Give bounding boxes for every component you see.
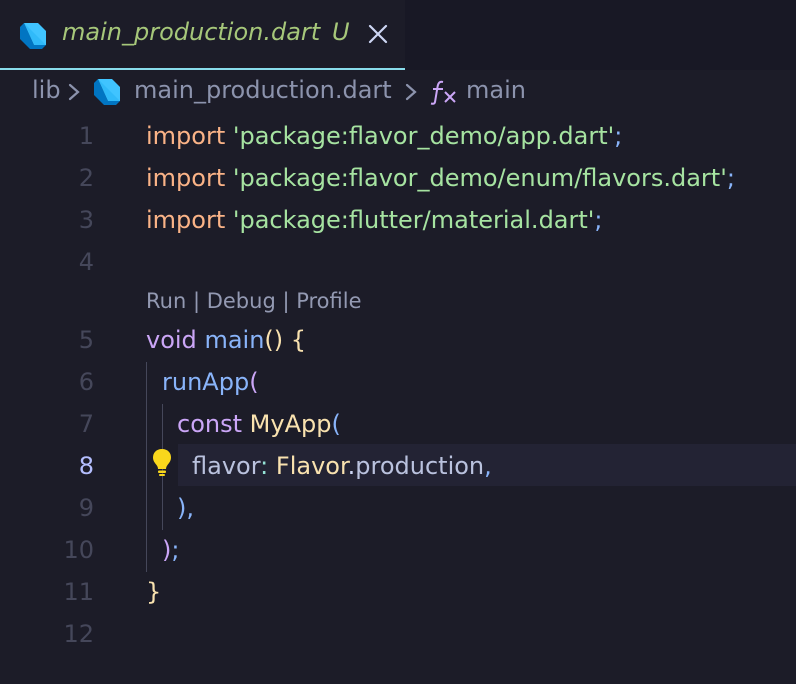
colon: : (260, 452, 269, 480)
line-number: 10 (63, 536, 94, 564)
code-line-9[interactable]: ), (177, 492, 194, 524)
close-paren: ) (177, 494, 187, 522)
named-argument: flavor (192, 452, 261, 480)
keyword: import (146, 164, 226, 192)
line-number: 5 (78, 326, 94, 354)
string-literal: 'package:flavor_demo/app.dart' (232, 122, 615, 150)
string-literal: 'package:flavor_demo/enum/flavors.dart' (232, 164, 727, 192)
class-name: MyApp (249, 410, 332, 438)
semicolon: ; (594, 206, 603, 234)
code-line-5[interactable]: void main() { (146, 324, 306, 356)
function-name: main (204, 326, 265, 354)
line-number: 3 (78, 206, 94, 234)
function-call: runApp (162, 368, 250, 396)
codelens-debug[interactable]: Debug (207, 289, 276, 313)
codelens-profile[interactable]: Profile (296, 289, 361, 313)
codelens: Run | Debug | Profile (146, 286, 362, 316)
close-brace: } (146, 578, 162, 606)
line-number: 12 (63, 620, 94, 648)
code-line-10[interactable]: ); (162, 534, 179, 566)
keyword: import (146, 206, 226, 234)
keyword: import (146, 122, 226, 150)
code-line-8[interactable]: flavor: Flavor.production, (192, 450, 492, 482)
code-line-1[interactable]: import 'package:flavor_demo/app.dart'; (146, 120, 622, 152)
open-paren: ( (331, 410, 341, 438)
line-number: 2 (78, 164, 94, 192)
code-line-11[interactable]: } (146, 576, 161, 608)
line-number: 4 (78, 248, 94, 276)
code-line-6[interactable]: runApp( (162, 366, 259, 398)
semicolon: ; (614, 122, 623, 150)
class-name: Flavor (275, 452, 348, 480)
comma: , (186, 494, 195, 522)
codelens-run[interactable]: Run (146, 289, 186, 313)
semicolon: ; (726, 164, 735, 192)
close-paren: ) (162, 536, 172, 564)
indent-guide (146, 362, 147, 572)
line-number-active: 8 (78, 452, 94, 480)
line-number: 7 (78, 410, 94, 438)
line-number: 6 (78, 368, 94, 396)
parens: () (264, 326, 284, 354)
lightbulb-icon[interactable] (150, 447, 174, 481)
code-line-2[interactable]: import 'package:flavor_demo/enum/flavors… (146, 162, 735, 194)
codelens-separator: | (186, 289, 207, 313)
string-literal: 'package:flutter/material.dart' (232, 206, 595, 234)
enum-member: production (355, 452, 485, 480)
comma: , (484, 452, 492, 480)
keyword: void (146, 326, 197, 354)
code-line-3[interactable]: import 'package:flutter/material.dart'; (146, 204, 602, 236)
line-number: 1 (78, 122, 94, 150)
line-number: 9 (78, 494, 94, 522)
semicolon: ; (171, 536, 180, 564)
line-number: 11 (63, 578, 94, 606)
keyword: const (177, 410, 243, 438)
open-brace: { (290, 326, 307, 354)
codelens-separator: | (275, 289, 297, 313)
code-editor[interactable]: 1 2 3 4 5 6 7 8 9 10 11 12 import 'packa… (0, 0, 796, 684)
open-paren: ( (249, 368, 259, 396)
code-line-7[interactable]: const MyApp( (177, 408, 341, 440)
